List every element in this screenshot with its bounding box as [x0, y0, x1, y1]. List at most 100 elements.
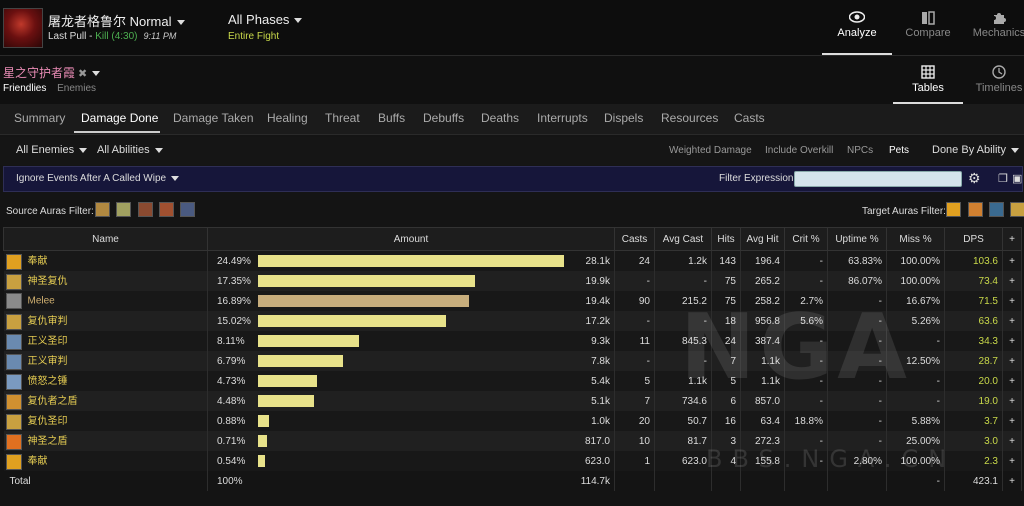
watermark-text: BBS.NGA.CN — [706, 445, 957, 473]
tab-enemies[interactable]: Enemies — [57, 83, 96, 94]
ability-name[interactable]: 奉献 — [3, 250, 208, 271]
done-by-dropdown[interactable]: Done By Ability — [932, 144, 1019, 156]
ability-name[interactable]: 正义审判 — [3, 351, 208, 371]
casts-cell: 11 — [614, 331, 655, 351]
tab-debuffs[interactable]: Debuffs — [423, 111, 464, 125]
weighted-damage-toggle[interactable]: Weighted Damage — [669, 145, 752, 156]
tab-interrupts[interactable]: Interrupts — [537, 111, 588, 125]
close-icon[interactable]: ✖ — [78, 68, 87, 80]
col-hits[interactable]: Hits — [711, 227, 741, 251]
total-label: Total — [3, 471, 208, 491]
encounter-selector[interactable]: 屠龙者格鲁尔 Normal — [48, 11, 185, 30]
npcs-toggle[interactable]: NPCs — [847, 145, 873, 156]
source-aura-icon[interactable] — [138, 202, 153, 217]
amount-bar — [258, 275, 475, 287]
table-row[interactable]: 奉献 24.49% 28.1k 24 1.2k 143 196.4-63.83% 100.00… — [3, 250, 1022, 271]
tab-damage-done[interactable]: Damage Done — [81, 111, 158, 125]
wipe-filter-bar: Ignore Events After A Called Wipe Filter… — [3, 166, 1023, 192]
ability-name[interactable]: 复仇审判 — [3, 311, 208, 331]
amount-bar-track — [258, 275, 564, 287]
judgement-icon — [5, 313, 22, 330]
avg-cast-cell: 81.7 — [654, 431, 712, 451]
ability-name[interactable]: 愤怒之锤 — [3, 371, 208, 391]
nav-mechanics[interactable]: Mechanics — [964, 0, 1024, 55]
table-row[interactable]: 神圣复仇 17.35% 19.9k - -75 265.2-86.07% 100.00% 73… — [3, 271, 1022, 291]
col-avg-cast[interactable]: Avg Cast — [654, 227, 712, 251]
amount-bar — [258, 355, 343, 367]
tab-healing[interactable]: Healing — [267, 111, 308, 125]
gear-icon[interactable]: ⚙ — [968, 170, 981, 187]
ability-name[interactable]: 正义圣印 — [3, 331, 208, 351]
view-timelines[interactable]: Timelines — [964, 56, 1024, 104]
nav-analyze[interactable]: Analyze — [822, 0, 892, 55]
add-cell[interactable]: + — [1002, 311, 1022, 331]
phase-selector[interactable]: All Phases — [228, 12, 303, 27]
amount-bar-track — [258, 455, 564, 467]
total-add[interactable]: + — [1002, 471, 1022, 491]
add-cell[interactable]: + — [1002, 271, 1022, 291]
amount-cell: 4.48% 5.1k — [207, 391, 615, 411]
source-aura-icon[interactable] — [95, 202, 110, 217]
restore-window-icon[interactable]: ❐ — [998, 172, 1008, 185]
amount-cell: 0.54% 623.0 — [207, 451, 615, 471]
tab-summary[interactable]: Summary — [14, 111, 65, 125]
add-cell[interactable]: + — [1002, 391, 1022, 411]
add-cell[interactable]: + — [1002, 351, 1022, 371]
enemies-dropdown[interactable]: All Enemies — [16, 144, 88, 156]
include-overkill-toggle[interactable]: Include Overkill — [765, 145, 833, 156]
tab-resources[interactable]: Resources — [661, 111, 718, 125]
tab-threat[interactable]: Threat — [325, 111, 360, 125]
tab-dispels[interactable]: Dispels — [604, 111, 643, 125]
add-cell[interactable]: + — [1002, 331, 1022, 351]
player-selector[interactable]: 星之守护者霞 ✖ — [3, 64, 101, 81]
col-crit[interactable]: Crit % — [784, 227, 828, 251]
abilities-dropdown[interactable]: All Abilities — [97, 144, 163, 156]
target-aura-icon[interactable] — [1010, 202, 1024, 217]
tab-friendlies[interactable]: Friendlies — [3, 83, 46, 94]
col-miss[interactable]: Miss % — [886, 227, 945, 251]
ability-name[interactable]: 神圣之盾 — [3, 431, 208, 451]
col-add[interactable]: + — [1002, 227, 1022, 251]
target-aura-icon[interactable] — [946, 202, 961, 217]
source-aura-icon[interactable] — [116, 202, 131, 217]
table-row[interactable]: 复仇圣印 0.88% 1.0k 20 50.7 16 63.4 18.8% -5.88% 3.7 + — [3, 411, 1022, 431]
ability-name[interactable]: 复仇圣印 — [3, 411, 208, 431]
col-uptime[interactable]: Uptime % — [827, 227, 887, 251]
ignore-wipe-dropdown[interactable]: Ignore Events After A Called Wipe — [16, 173, 180, 184]
pets-toggle[interactable]: Pets — [889, 145, 909, 156]
ability-name[interactable]: 神圣复仇 — [3, 271, 208, 291]
add-cell[interactable]: + — [1002, 411, 1022, 431]
add-cell[interactable]: + — [1002, 291, 1022, 311]
tab-buffs[interactable]: Buffs — [378, 111, 405, 125]
add-cell[interactable]: + — [1002, 451, 1022, 471]
crit-cell: - — [784, 250, 828, 271]
source-aura-icon[interactable] — [180, 202, 195, 217]
add-cell[interactable]: + — [1002, 431, 1022, 451]
add-cell[interactable]: + — [1002, 371, 1022, 391]
ability-name[interactable]: Melee — [3, 291, 208, 311]
crit-cell: - — [784, 271, 828, 291]
total-row: Total 100% 114.7k - 423.1 + — [3, 471, 1022, 491]
nav-compare[interactable]: Compare — [893, 0, 963, 55]
ability-name[interactable]: 复仇者之盾 — [3, 391, 208, 411]
ability-name[interactable]: 奉献 — [3, 451, 208, 471]
view-tables[interactable]: Tables — [893, 56, 963, 104]
target-aura-icon[interactable] — [968, 202, 983, 217]
chevron-down-icon — [1010, 147, 1019, 153]
tab-damage-taken[interactable]: Damage Taken — [173, 111, 254, 125]
source-aura-icon[interactable] — [159, 202, 174, 217]
tab-casts[interactable]: Casts — [734, 111, 765, 125]
col-dps[interactable]: DPS — [944, 227, 1003, 251]
col-amount[interactable]: Amount — [207, 227, 615, 251]
casts-cell: 10 — [614, 431, 655, 451]
col-name[interactable]: Name — [3, 227, 208, 251]
tab-deaths[interactable]: Deaths — [481, 111, 519, 125]
col-casts[interactable]: Casts — [614, 227, 655, 251]
maximize-icon[interactable]: ▣ — [1012, 172, 1022, 185]
amount-bar-track — [258, 315, 564, 327]
add-cell[interactable]: + — [1002, 250, 1022, 271]
player-bar: 星之守护者霞 ✖ Friendlies Enemies — [0, 56, 1024, 105]
col-avg-hit[interactable]: Avg Hit — [740, 227, 785, 251]
filter-expression-input[interactable] — [794, 171, 962, 187]
target-aura-icon[interactable] — [989, 202, 1004, 217]
